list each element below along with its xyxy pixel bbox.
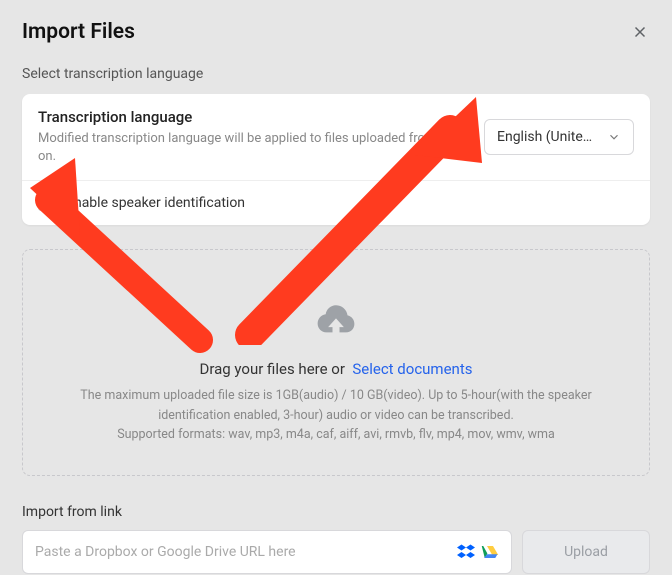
drag-text: Drag your files here or [200, 360, 345, 378]
language-select[interactable]: English (United … [484, 119, 634, 155]
modal-title: Import Files [22, 20, 135, 44]
dropbox-icon [457, 543, 475, 561]
dropzone-sub2: Supported formats: wav, mp3, m4a, caf, a… [41, 425, 631, 444]
dropzone-text: Drag your files here or Select documents [41, 360, 631, 378]
transcription-language-row: Transcription language Modified transcri… [22, 94, 650, 180]
speaker-id-label: Enable speaker identification [66, 195, 245, 211]
modal-header: Import Files [22, 20, 650, 44]
link-url-input[interactable] [35, 531, 457, 573]
import-link-row: Upload [22, 530, 650, 574]
link-input-wrap [22, 530, 512, 574]
speaker-id-row: Enable speaker identification [22, 181, 650, 225]
upload-button[interactable]: Upload [522, 530, 650, 574]
brand-icons [457, 543, 499, 561]
close-button[interactable] [630, 22, 650, 42]
close-icon [631, 23, 649, 41]
chevron-down-icon [607, 130, 621, 144]
section-label: Select transcription language [22, 66, 650, 82]
import-from-link-label: Import from link [22, 504, 650, 520]
select-documents-link[interactable]: Select documents [352, 360, 472, 378]
transcription-language-title: Transcription language [38, 108, 466, 126]
google-drive-icon [481, 543, 499, 561]
file-dropzone[interactable]: Drag your files here or Select documents… [22, 249, 650, 475]
language-select-value: English (United … [497, 129, 599, 145]
transcription-language-text: Transcription language Modified transcri… [38, 108, 466, 166]
import-files-modal: Import Files Select transcription langua… [0, 0, 672, 575]
upload-icon [315, 300, 357, 342]
settings-panel: Transcription language Modified transcri… [22, 94, 650, 225]
dropzone-sub1: The maximum uploaded file size is 1GB(au… [41, 386, 631, 425]
speaker-id-checkbox[interactable] [38, 195, 54, 211]
transcription-language-desc: Modified transcription language will be … [38, 130, 466, 166]
